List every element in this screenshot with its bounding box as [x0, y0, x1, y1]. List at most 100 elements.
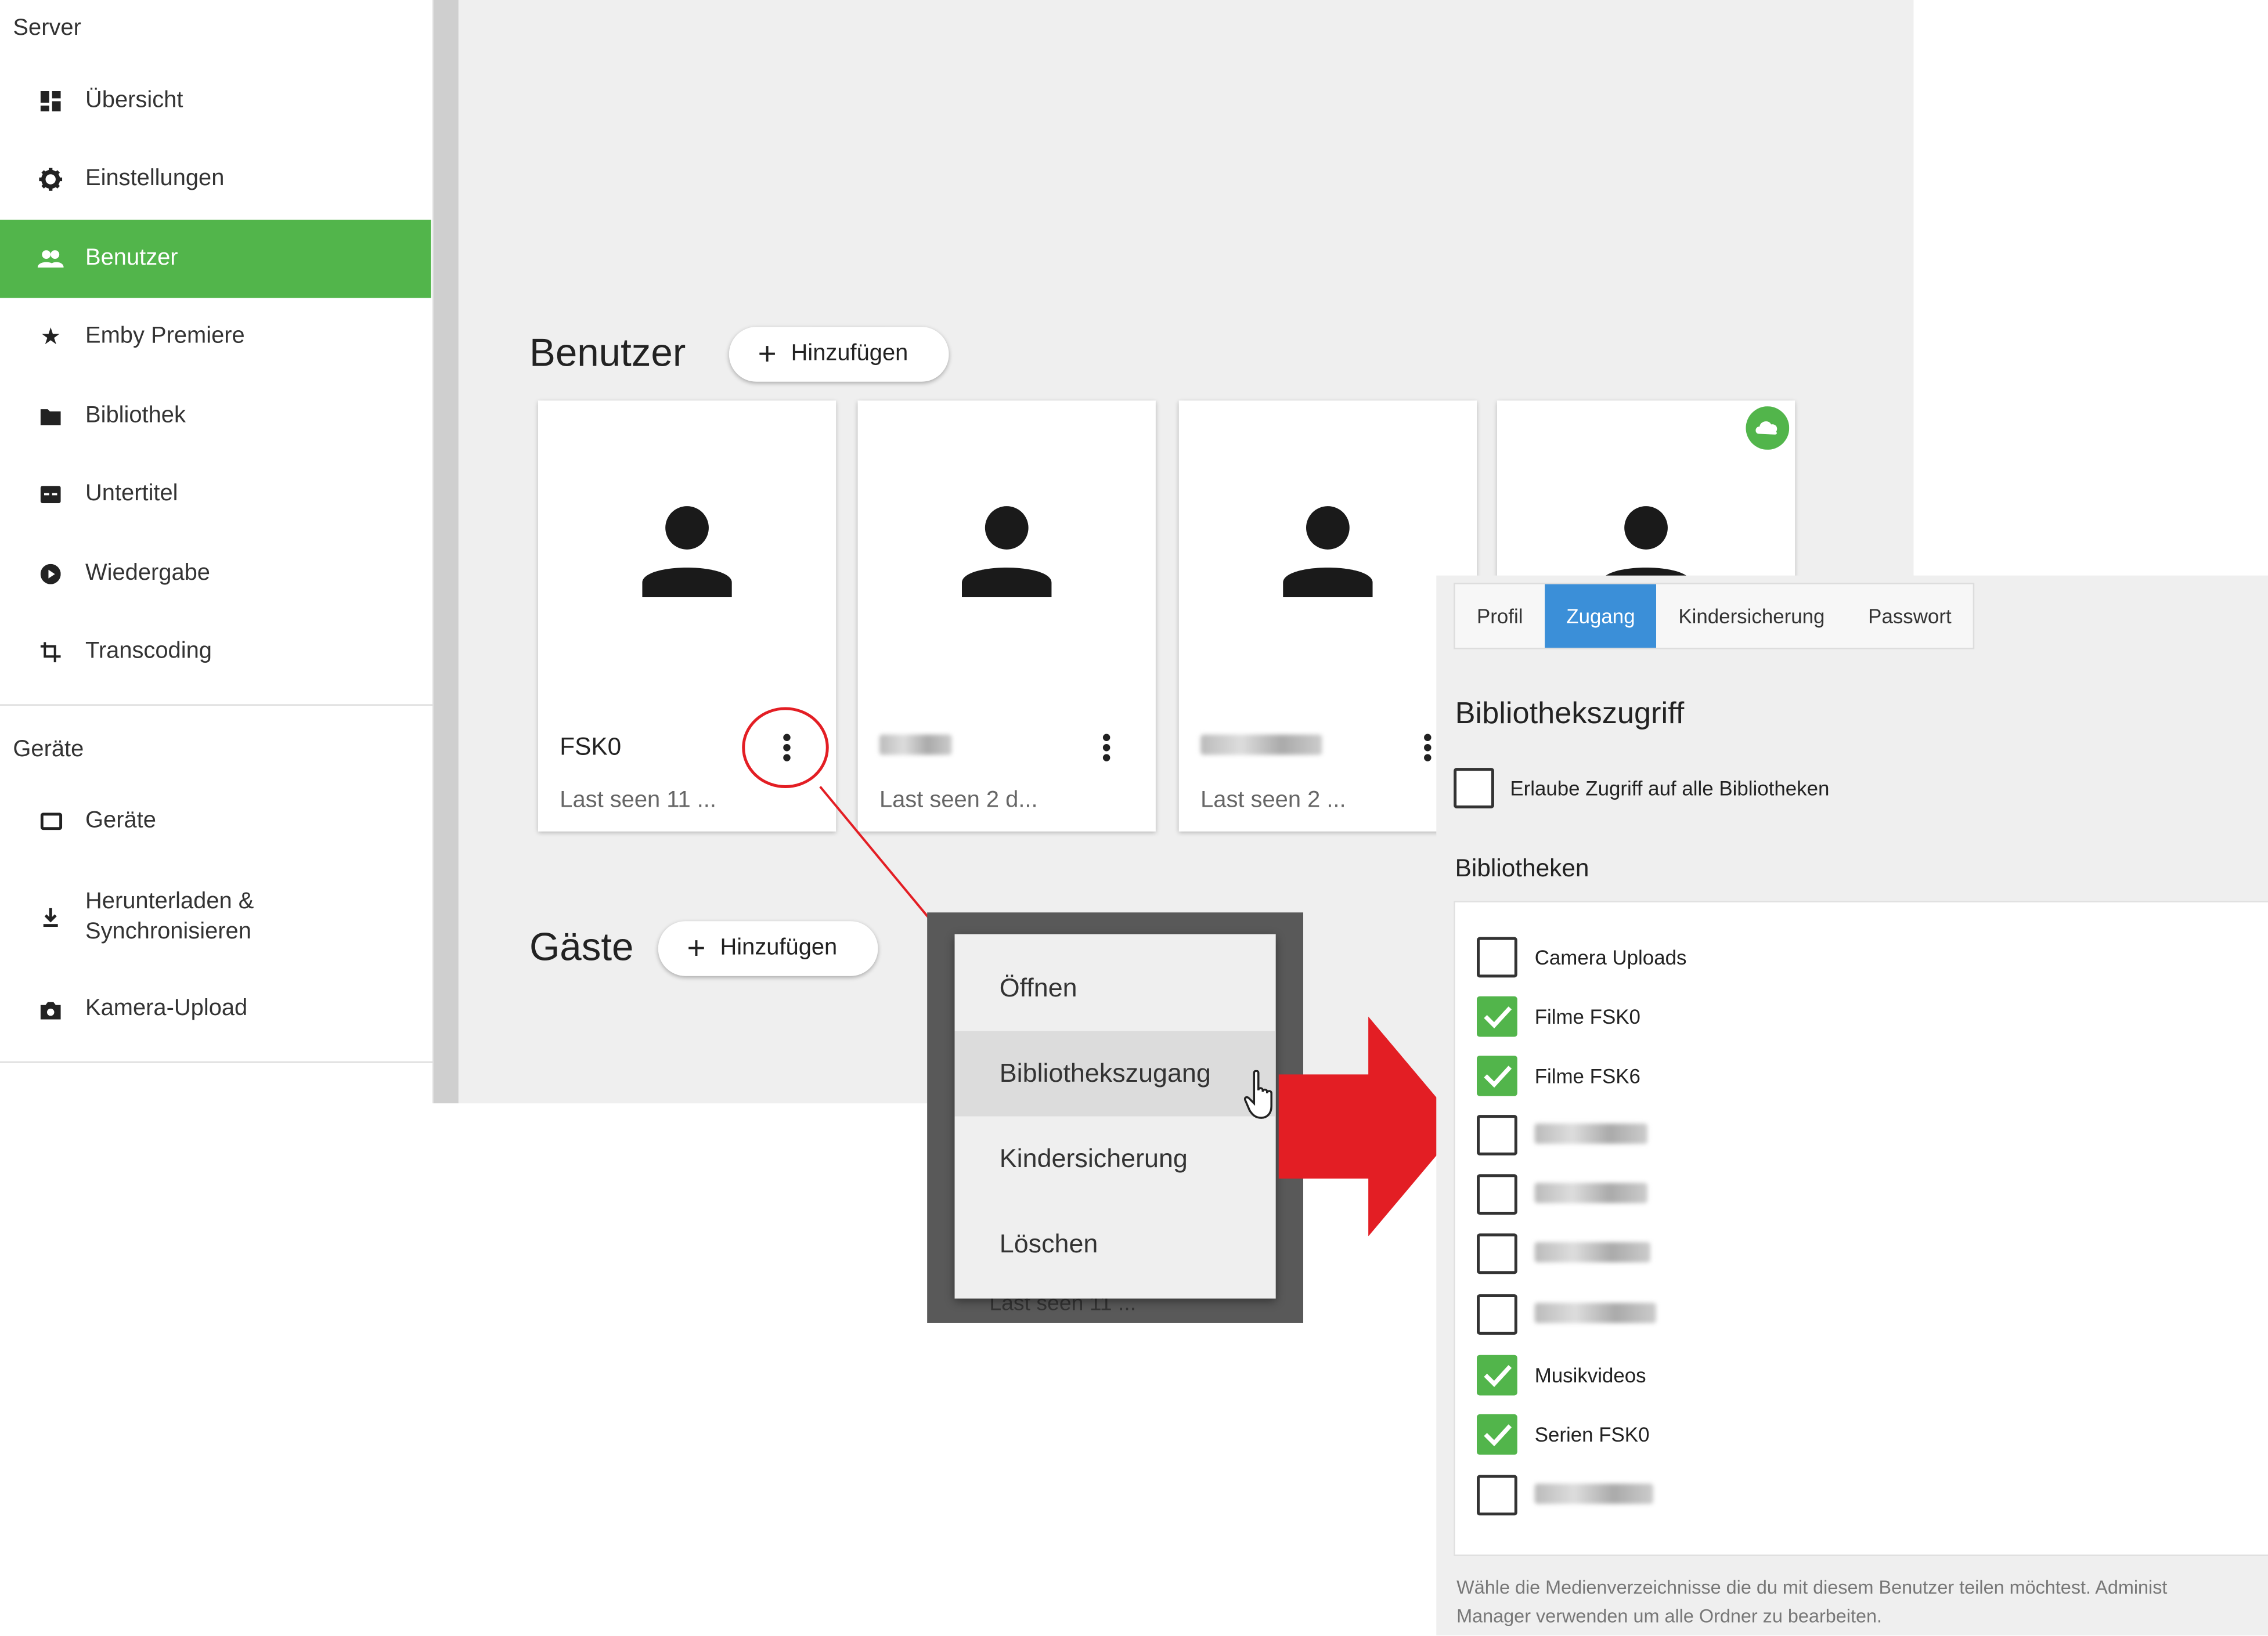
sidebar-item-label: Benutzer: [85, 245, 178, 270]
library-checkbox[interactable]: [1477, 996, 1517, 1037]
library-label: Filme FSK6: [1534, 1064, 1640, 1088]
sidebar-item-users[interactable]: Benutzer: [0, 219, 431, 298]
library-row: [1477, 1294, 1656, 1335]
library-checkbox[interactable]: [1477, 937, 1517, 978]
library-row: Musikvideos: [1477, 1355, 1646, 1396]
sidebar-item-label: Kamera-Upload: [85, 996, 248, 1021]
library-label-redacted: [1534, 1483, 1654, 1507]
users-heading: Benutzer: [529, 331, 686, 375]
user-card[interactable]: Last seen 2 d...: [857, 400, 1156, 832]
library-label-redacted: [1534, 1241, 1651, 1266]
user-name-redacted: [1200, 733, 1322, 762]
sidebar-scrollbar[interactable]: [434, 0, 459, 1104]
library-access-panel: Profil Zugang Kindersicherung Passwort B…: [1436, 575, 2268, 1636]
library-label-redacted: [1534, 1122, 1648, 1147]
library-label: Musikvideos: [1534, 1363, 1646, 1387]
menu-item-library-access[interactable]: Bibliothekszugang: [954, 1031, 1276, 1117]
play-circle-icon: [35, 564, 67, 584]
library-list: Camera Uploads Filme FSK0 Filme FSK6 Mus…: [1454, 901, 2268, 1556]
library-checkbox[interactable]: [1477, 1174, 1517, 1215]
sidebar-item-emby-premiere[interactable]: ★ Emby Premiere: [0, 298, 431, 376]
library-checkbox[interactable]: [1477, 1233, 1517, 1274]
library-checkbox[interactable]: [1477, 1294, 1517, 1335]
sidebar-divider: [0, 704, 433, 706]
checkmark-icon: [1484, 1006, 1512, 1029]
library-checkbox[interactable]: [1477, 1414, 1517, 1455]
sidebar-item-devices[interactable]: Geräte: [0, 782, 431, 861]
libraries-help-text: Wähle die Medienverzeichnisse die du mit…: [1456, 1573, 2167, 1631]
plus-icon: +: [758, 335, 777, 372]
sidebar-divider: [0, 1061, 433, 1063]
dashboard-icon: [35, 91, 67, 111]
user-card[interactable]: Last seen 2 ...: [1178, 400, 1477, 832]
people-icon: [35, 250, 67, 268]
sidebar-item-label: Geräte: [85, 808, 156, 833]
sidebar-item-camera-upload[interactable]: Kamera-Upload: [0, 970, 431, 1049]
tab-bar: Profil Zugang Kindersicherung Passwort: [1454, 583, 1975, 649]
panel-title: Bibliothekszugriff: [1455, 696, 1685, 731]
library-label-redacted: [1534, 1182, 1648, 1207]
user-name: FSK0: [560, 733, 622, 761]
sidebar-item-label: Wiedergabe: [85, 561, 210, 586]
person-icon: [1283, 506, 1373, 598]
checkmark-icon: [1484, 1066, 1512, 1088]
library-checkbox[interactable]: [1477, 1355, 1517, 1396]
plus-icon: +: [687, 930, 706, 966]
tab-access[interactable]: Zugang: [1544, 584, 1657, 648]
sidebar-item-label: Bibliothek: [85, 403, 186, 428]
sidebar-item-library[interactable]: Bibliothek: [0, 377, 431, 456]
checkmark-icon: [1484, 1424, 1512, 1447]
library-label: Filme FSK0: [1534, 1005, 1640, 1028]
sidebar-item-label: Übersicht: [85, 88, 183, 113]
library-row: [1477, 1115, 1648, 1155]
section-header-server: Server: [13, 16, 81, 41]
menu-item-open[interactable]: Öffnen: [955, 946, 1276, 1031]
sidebar-item-label-line2: Synchronisieren: [85, 919, 251, 945]
camera-icon: [35, 1000, 67, 1019]
tab-parental-control[interactable]: Kindersicherung: [1657, 584, 1847, 648]
person-icon: [961, 506, 1052, 598]
transform-icon: [35, 642, 67, 663]
library-row: Serien FSK0: [1477, 1414, 1649, 1455]
sidebar-item-download-sync[interactable]: Herunterladen & Synchronisieren: [0, 879, 431, 955]
highlight-circle: [742, 707, 829, 788]
sidebar-item-label: Emby Premiere: [85, 324, 245, 349]
library-row: Filme FSK0: [1477, 996, 1640, 1037]
library-row: Filme FSK6: [1477, 1055, 1640, 1096]
library-row: Camera Uploads: [1477, 937, 1686, 978]
sidebar-item-playback[interactable]: Wiedergabe: [0, 535, 431, 613]
download-icon: [35, 907, 67, 926]
context-menu: Öffnen Bibliothekszugang Kindersicherung…: [954, 934, 1276, 1299]
user-name-redacted: [879, 733, 952, 762]
sidebar-item-subtitles[interactable]: Untertitel: [0, 456, 431, 534]
help-text-line1: Wähle die Medienverzeichnisse die du mit…: [1456, 1576, 2168, 1598]
library-row: [1477, 1475, 1654, 1516]
sidebar-item-label-line1: Herunterladen &: [85, 889, 254, 914]
user-last-seen: Last seen 11 ...: [560, 788, 716, 813]
sidebar-item-transcoding[interactable]: Transcoding: [0, 613, 431, 691]
library-label-redacted: [1534, 1302, 1656, 1327]
tablet-icon: [35, 812, 67, 830]
more-vert-icon[interactable]: [1092, 726, 1121, 770]
help-text-line2: Manager verwenden um alle Ordner zu bear…: [1456, 1605, 1883, 1627]
sidebar-item-label: Einstellungen: [85, 166, 225, 191]
library-checkbox[interactable]: [1477, 1055, 1517, 1096]
sidebar: Server Übersicht Einstellungen Benutzer …: [0, 0, 434, 1104]
library-label: Camera Uploads: [1534, 945, 1687, 969]
add-user-button[interactable]: + Hinzufügen: [729, 327, 949, 382]
libraries-heading: Bibliotheken: [1455, 854, 1589, 882]
menu-item-delete[interactable]: Löschen: [955, 1202, 1276, 1287]
person-icon: [642, 506, 732, 598]
folder-icon: [35, 408, 67, 425]
library-checkbox[interactable]: [1477, 1475, 1517, 1516]
allow-all-checkbox[interactable]: [1454, 768, 1494, 808]
tab-password[interactable]: Passwort: [1847, 584, 1973, 648]
sidebar-item-settings[interactable]: Einstellungen: [0, 140, 431, 219]
screenshot-stage: Server Übersicht Einstellungen Benutzer …: [0, 0, 2268, 1636]
tab-profile[interactable]: Profil: [1455, 584, 1545, 648]
menu-item-parental-control[interactable]: Kindersicherung: [955, 1117, 1276, 1202]
menu-item-label: Bibliothekszugang: [999, 1058, 1211, 1088]
sidebar-item-overview[interactable]: Übersicht: [0, 62, 431, 140]
allow-all-row: Erlaube Zugriff auf alle Bibliotheken: [1454, 768, 1829, 808]
library-checkbox[interactable]: [1477, 1115, 1517, 1155]
